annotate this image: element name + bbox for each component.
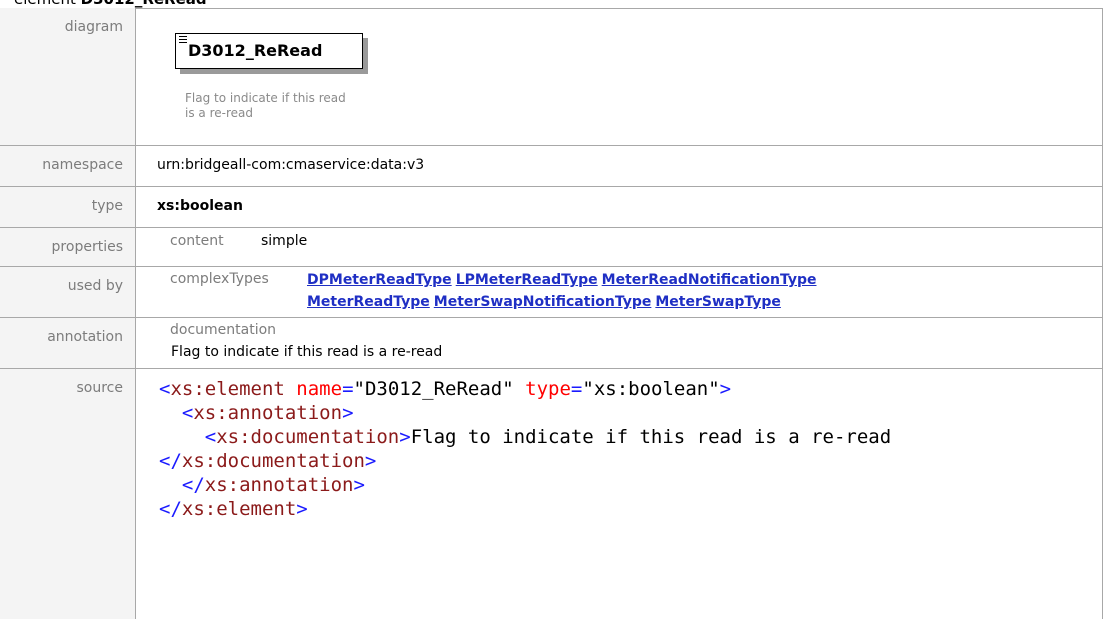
namespace-value: urn:bridgeall-com:cmaservice:data:v3 [157,157,425,173]
source-row: source <xs:element name="D3012_ReRead" t… [0,369,1103,619]
source-element-close-tag: xs:element [181,498,297,520]
heading-prefix: element [14,0,81,8]
element-diagram-box[interactable]: D3012_ReRead [175,33,363,69]
link-meterreadtype[interactable]: MeterReadType [307,294,430,310]
namespace-label: namespace [0,146,136,186]
diagram-label: diagram [0,8,136,145]
source-type-value: xs:boolean [593,378,709,400]
link-lpmeterreadtype[interactable]: LPMeterReadType [456,272,598,288]
annotation-key: documentation [170,322,277,338]
type-label: type [0,187,136,227]
properties-content: content simple [145,228,1103,266]
diagram-caption: Flag to indicate if this read is a re-re… [185,91,346,120]
properties-key: content [170,233,224,249]
diagram-element-name: D3012_ReRead [188,41,323,60]
annotation-row: annotation documentation Flag to indicat… [0,318,1103,369]
used-by-content: complexTypes DPMeterReadType LPMeterReadT… [145,267,1103,317]
properties-label: properties [0,228,136,266]
used-by-row: used by complexTypes DPMeterReadType LPMe… [0,267,1103,318]
source-element-open-tag: xs:element [170,378,285,400]
link-meterswaptype[interactable]: MeterSwapType [655,294,781,310]
element-doc-table: diagram D3012_ReRead Flag to indicate if… [0,8,1103,619]
type-value: xs:boolean [157,198,243,214]
link-meterswapnotificationtype[interactable]: MeterSwapNotificationType [434,294,652,310]
used-by-label: used by [0,267,136,317]
annotation-label: annotation [0,318,136,368]
annotation-content: documentation Flag to indicate if this r… [145,318,1103,368]
source-annotation-open-tag: xs:annotation [193,402,343,424]
source-documentation-close-tag: xs:documentation [181,450,365,472]
namespace-content: urn:bridgeall-com:cmaservice:data:v3 [145,146,1103,186]
source-label: source [0,369,136,619]
diagram-row: diagram D3012_ReRead Flag to indicate if… [0,8,1103,146]
properties-row: properties content simple [0,228,1103,267]
link-dpmeterreadtype[interactable]: DPMeterReadType [307,272,452,288]
type-content: xs:boolean [145,187,1103,227]
used-by-links: DPMeterReadType LPMeterReadType MeterReadN… [307,269,1027,313]
heading-element-name: D3012_ReRead [81,0,207,8]
source-name-attr: name [296,378,343,400]
type-row: type xs:boolean [0,187,1103,228]
source-annotation-close-tag: xs:annotation [204,474,354,496]
source-documentation-open-tag: xs:documentation [216,426,400,448]
source-documentation-text: Flag to indicate if this read is a re-re… [410,426,892,448]
link-meterreadnotificationtype[interactable]: MeterReadNotificationType [602,272,817,288]
used-by-key: complexTypes [170,271,269,287]
properties-value: simple [261,233,308,249]
source-content: <xs:element name="D3012_ReRead" type="xs… [145,369,1103,619]
namespace-row: namespace urn:bridgeall-com:cmaservice:d… [0,146,1103,187]
annotation-value: Flag to indicate if this read is a re-re… [171,344,443,360]
diagram-content: D3012_ReRead Flag to indicate if this re… [145,8,1103,145]
element-lines-icon [179,36,187,44]
source-code-block: <xs:element name="D3012_ReRead" type="xs… [159,378,892,520]
source-name-value: D3012_ReRead [364,378,503,400]
source-type-attr: type [525,378,571,400]
